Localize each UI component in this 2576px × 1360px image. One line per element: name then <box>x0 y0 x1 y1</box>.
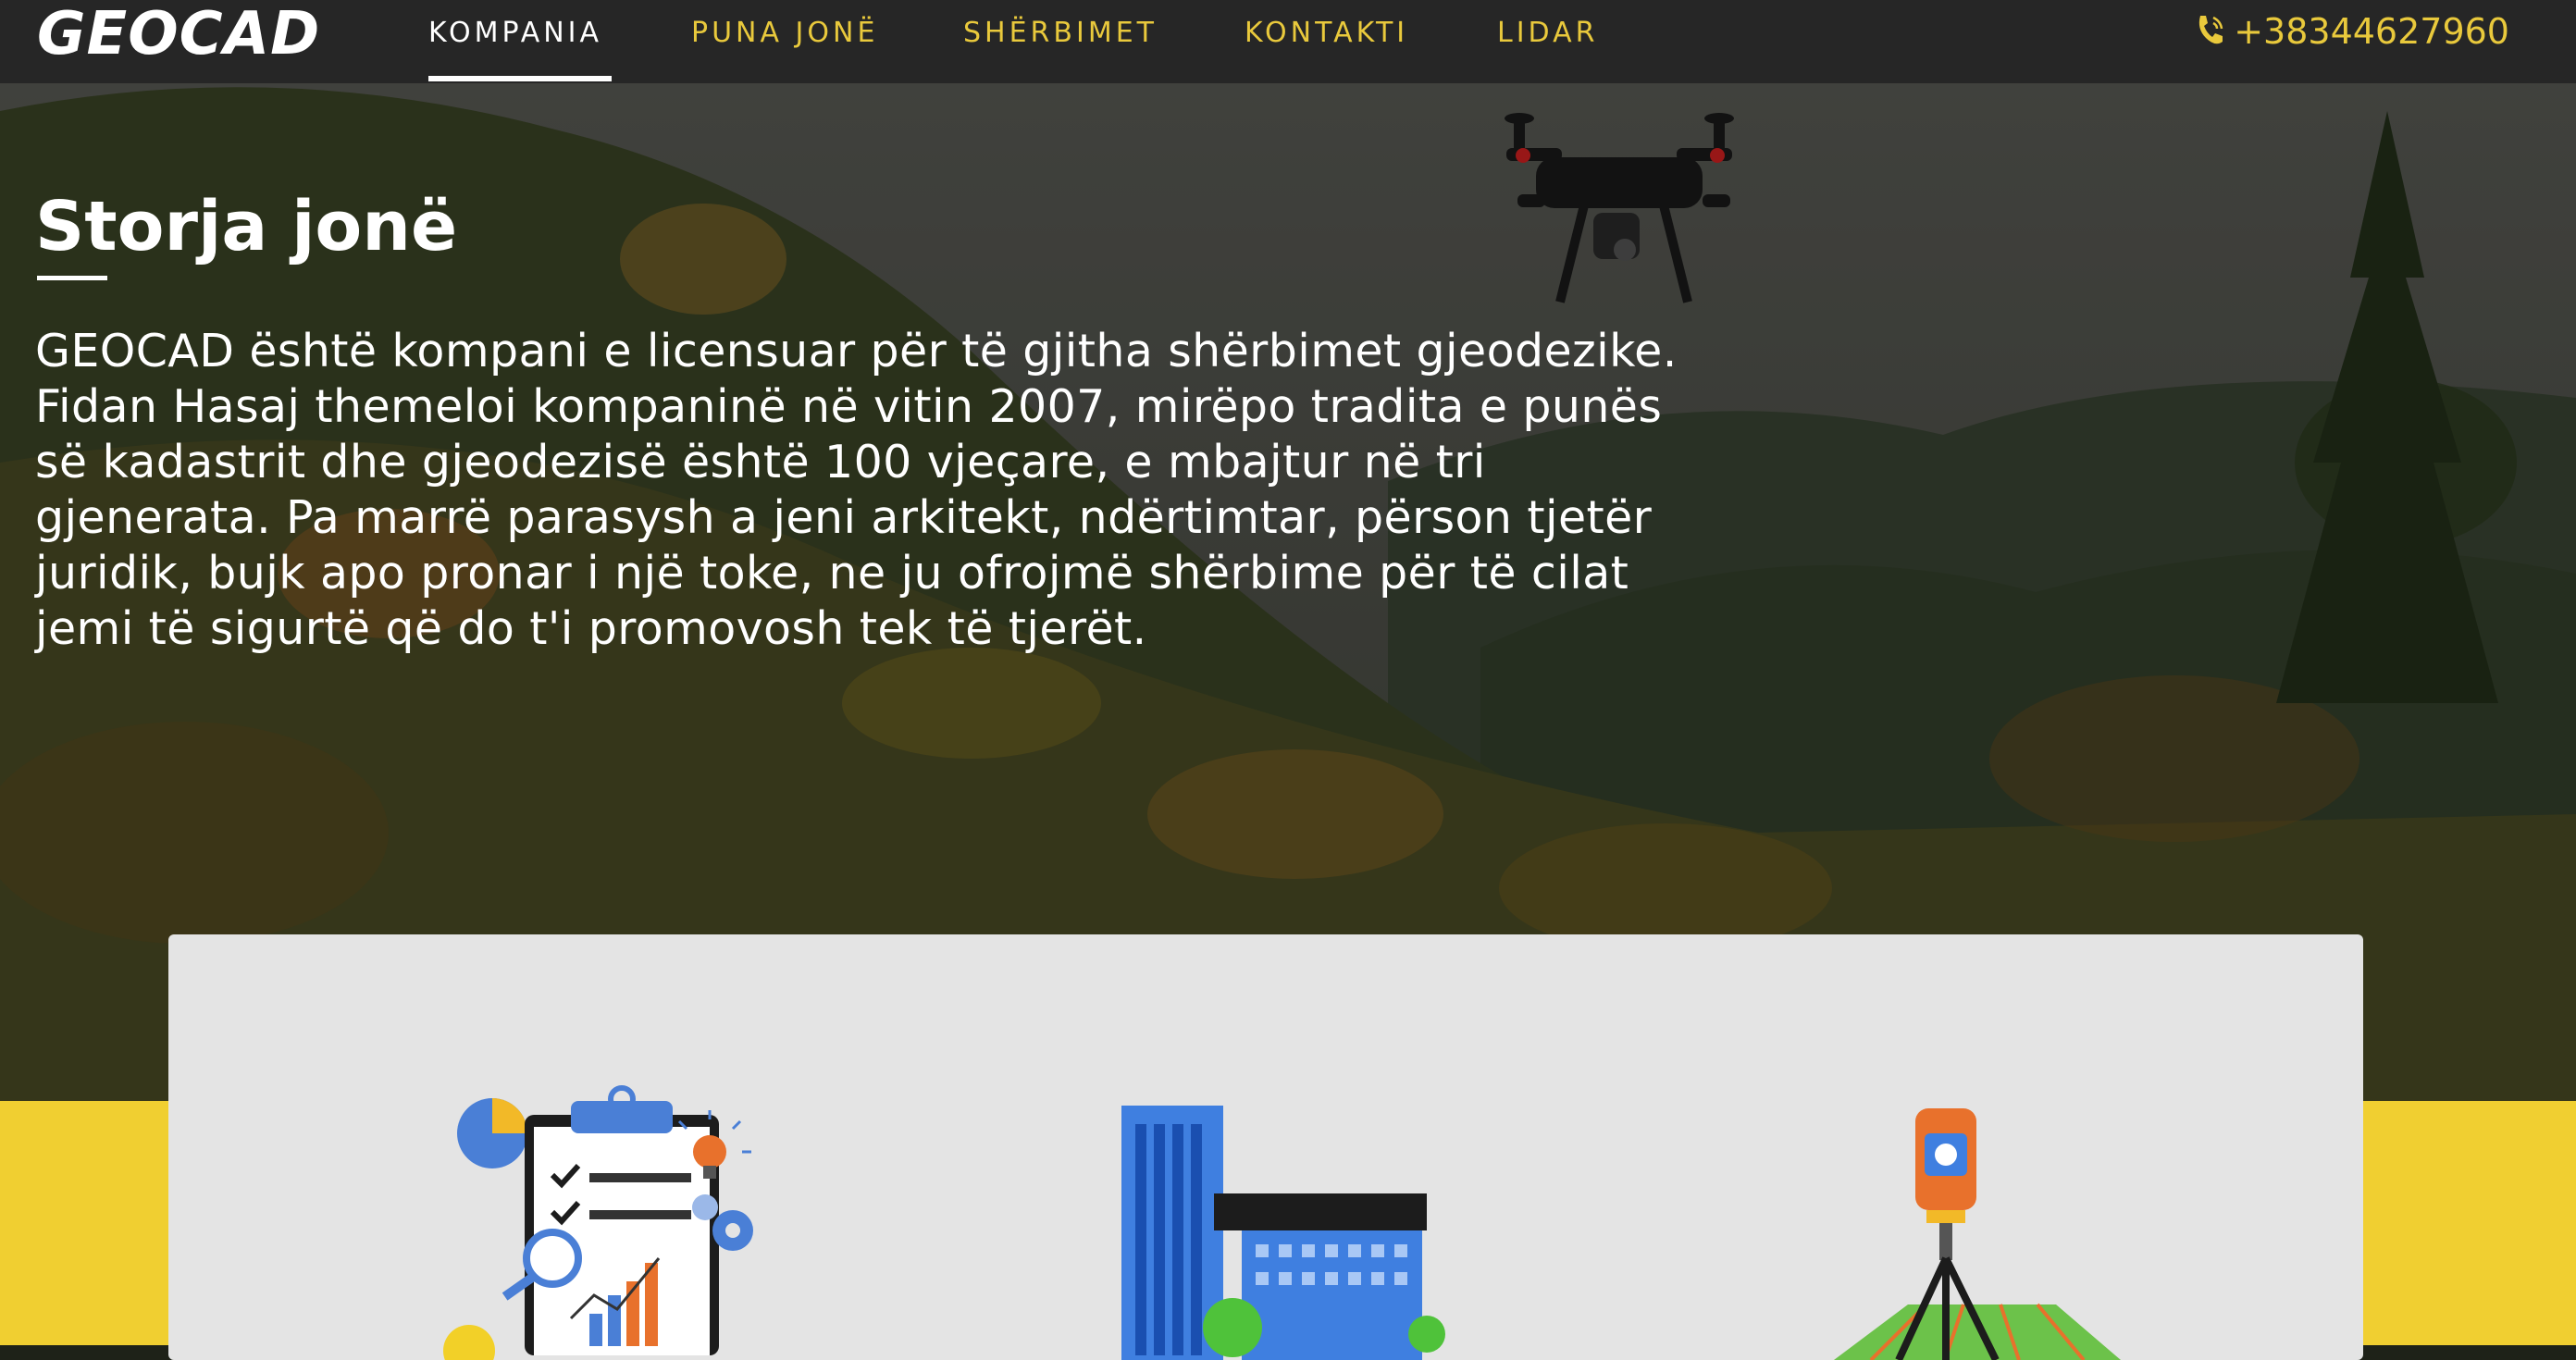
phone-link[interactable]: +38344627960 <box>2193 11 2509 52</box>
nav-lidar[interactable]: LIDAR <box>1497 15 1599 68</box>
top-navbar: GEOCAD KOMPANIA PUNA JONË SHËRBIMET KONT… <box>0 0 2576 83</box>
nav-kontakti[interactable]: KONTAKTI <box>1245 15 1408 68</box>
nav-puna-jone[interactable]: PUNA JONË <box>691 15 878 68</box>
company-story-text: GEOCAD është kompani e licensuar për të … <box>35 325 1678 655</box>
active-nav-indicator <box>428 76 612 81</box>
phone-number: +38344627960 <box>2234 11 2509 52</box>
survey-tripod-icon <box>1834 1108 2121 1360</box>
logo-text: GEOCAD <box>37 0 321 68</box>
geocad-logo[interactable]: GEOCAD <box>37 4 319 80</box>
title-underline <box>37 276 107 280</box>
services-card <box>168 934 2363 1360</box>
page-title: Storja jonë <box>35 187 458 266</box>
nav-kompania[interactable]: KOMPANIA <box>428 15 602 68</box>
phone-icon <box>2193 12 2226 49</box>
clipboard-report-icon <box>443 1085 753 1360</box>
nav-sherbimet[interactable]: SHËRBIMET <box>963 15 1158 68</box>
buildings-icon <box>1121 1106 1445 1360</box>
